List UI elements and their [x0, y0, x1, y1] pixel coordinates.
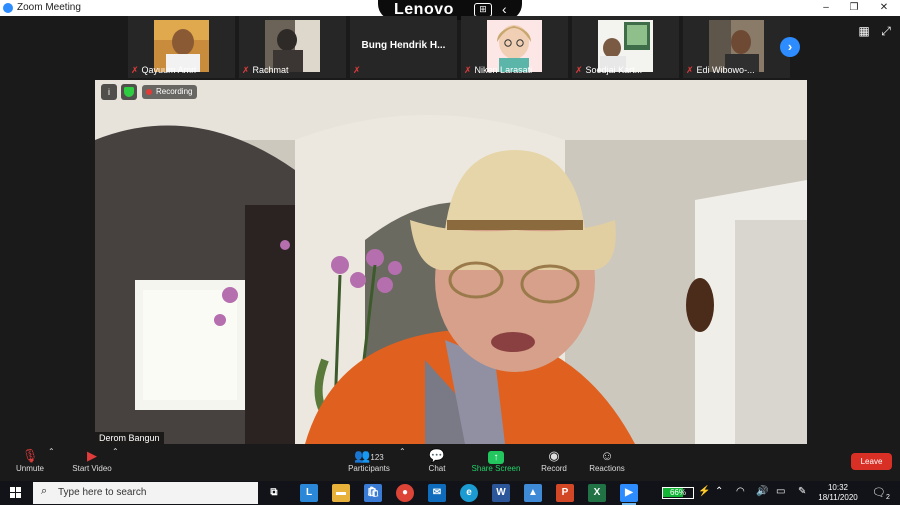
- participants-icon: 👥123: [354, 448, 384, 463]
- windows-taskbar: ⌕ Type here to search ⧉ L ▬ 🛍 ● ✉ e W ▲ …: [0, 481, 900, 505]
- chevron-up-icon[interactable]: ⌃: [715, 486, 723, 497]
- participant-tile[interactable]: ✗ Edi Wibowo-...: [683, 16, 790, 78]
- speaker-name-label: Derom Bangun: [95, 432, 164, 444]
- grid-icon[interactable]: ▦: [857, 24, 871, 38]
- pen-icon[interactable]: ✎: [798, 486, 806, 497]
- lenovo-grid-icon[interactable]: ⊞: [474, 3, 492, 17]
- word-icon[interactable]: W: [492, 484, 510, 502]
- participant-tile[interactable]: ✗ Qayuum Amri: [128, 16, 235, 78]
- active-speaker-video: [95, 80, 807, 444]
- excel-icon[interactable]: X: [588, 484, 606, 502]
- taskbar-clock[interactable]: 10:32 18/11/2020: [815, 483, 861, 503]
- participant-tile[interactable]: Bung Hendrik H... ✗: [350, 16, 457, 78]
- store-icon[interactable]: 🛍: [364, 484, 382, 502]
- zoom-app-icon: [3, 3, 13, 13]
- participant-name: ✗ Qayuum Amri: [131, 65, 197, 75]
- record-icon: ◉: [548, 448, 560, 463]
- notification-count: 2: [885, 494, 890, 502]
- chrome-icon[interactable]: ●: [396, 484, 414, 502]
- smiley-icon: ☺: [600, 448, 614, 463]
- leave-button[interactable]: Leave: [851, 453, 892, 470]
- clock-time: 10:32: [827, 483, 849, 492]
- participant-tile[interactable]: ✗ Soedjai Kart...: [572, 16, 679, 78]
- photos-icon[interactable]: ▲: [524, 484, 542, 502]
- muted-mic-icon: ✗: [464, 65, 472, 75]
- start-video-button[interactable]: ▶ Start Video: [68, 447, 116, 473]
- participant-name: ✗: [353, 65, 364, 76]
- meeting-info-button[interactable]: i: [101, 84, 117, 100]
- muted-mic-icon: ✗: [575, 65, 583, 75]
- chat-button[interactable]: 💬 Chat: [425, 447, 449, 473]
- chevron-up-icon[interactable]: ⌃: [48, 447, 55, 456]
- taskbar-search-box[interactable]: ⌕ Type here to search: [33, 482, 258, 504]
- battery-tray-icon[interactable]: ▭: [776, 486, 785, 497]
- participant-name: ✗ Edi Wibowo-...: [686, 65, 755, 75]
- minimize-button[interactable]: –: [812, 0, 840, 16]
- participants-button[interactable]: 👥123 Participants: [346, 447, 392, 473]
- participant-tile[interactable]: ✗ Rachmat: [239, 16, 346, 78]
- zoom-taskbar-icon[interactable]: ▶: [620, 484, 638, 505]
- search-icon: ⌕: [41, 485, 48, 497]
- participant-strip: ✗ Qayuum Amri ✗ Rachmat Bung Hendrik H... …: [128, 16, 790, 78]
- close-button[interactable]: ✕: [870, 0, 898, 16]
- wifi-icon[interactable]: ◠: [736, 486, 745, 497]
- notification-center-icon[interactable]: 🗨2: [872, 486, 890, 501]
- participant-name: ✗ Niken Larasati: [464, 65, 533, 75]
- task-view-icon[interactable]: ⧉: [265, 484, 283, 502]
- share-screen-icon: ↑: [470, 447, 522, 464]
- muted-mic-icon: ✗: [686, 65, 694, 75]
- clock-date: 18/11/2020: [818, 493, 858, 502]
- participants-count: 123: [370, 453, 384, 462]
- file-explorer-icon[interactable]: ▬: [332, 484, 350, 502]
- chevron-left-icon[interactable]: ‹: [502, 1, 507, 17]
- video-off-icon: ▶: [87, 448, 97, 463]
- chevron-up-icon[interactable]: ⌃: [112, 447, 119, 456]
- participant-tile[interactable]: ✗ Niken Larasati: [461, 16, 568, 78]
- window-title: Zoom Meeting: [17, 2, 81, 13]
- next-page-button[interactable]: ›: [780, 37, 800, 57]
- recording-indicator: Recording: [142, 85, 198, 99]
- meeting-toolbar: 🎙 Unmute ⌃ ▶ Start Video ⌃ 👥123 Particip…: [0, 445, 900, 481]
- edge-icon[interactable]: e: [460, 484, 478, 502]
- battery-indicator[interactable]: 66%: [662, 487, 694, 499]
- unmute-button[interactable]: 🎙 Unmute: [10, 447, 50, 473]
- muted-microphone-icon: 🎙: [21, 448, 39, 463]
- volume-icon[interactable]: 🔊: [756, 486, 768, 497]
- muted-mic-icon: ✗: [353, 65, 361, 75]
- participant-name: ✗ Soedjai Kart...: [575, 65, 643, 75]
- speaker-video-frame: [95, 80, 807, 444]
- power-plug-icon: ⚡: [698, 486, 711, 497]
- search-placeholder: Type here to search: [58, 487, 147, 498]
- muted-mic-icon: ✗: [131, 65, 139, 75]
- chat-bubble-icon: 💬: [428, 448, 446, 463]
- record-button[interactable]: ◉ Record: [540, 447, 568, 473]
- participant-display-name: Bung Hendrik H...: [361, 40, 446, 51]
- restore-button[interactable]: ❐: [840, 0, 868, 16]
- participant-name: ✗ Rachmat: [242, 65, 289, 75]
- shield-icon[interactable]: [121, 84, 137, 100]
- app-l-icon[interactable]: L: [300, 484, 318, 502]
- powerpoint-icon[interactable]: P: [556, 484, 574, 502]
- expand-icon[interactable]: ⤢: [879, 24, 893, 38]
- zoom-window: Zoom Meeting – ❐ ✕ Lenovo ⊞ ‹ ✗ Qayuum Am…: [0, 0, 900, 481]
- mail-icon[interactable]: ✉: [428, 484, 446, 502]
- chevron-up-icon[interactable]: ⌃: [399, 447, 406, 456]
- reactions-button[interactable]: ☺ Reactions: [588, 447, 626, 473]
- windows-start-icon[interactable]: [10, 487, 22, 499]
- muted-mic-icon: ✗: [242, 65, 250, 75]
- share-screen-button[interactable]: ↑ Share Screen: [470, 447, 522, 473]
